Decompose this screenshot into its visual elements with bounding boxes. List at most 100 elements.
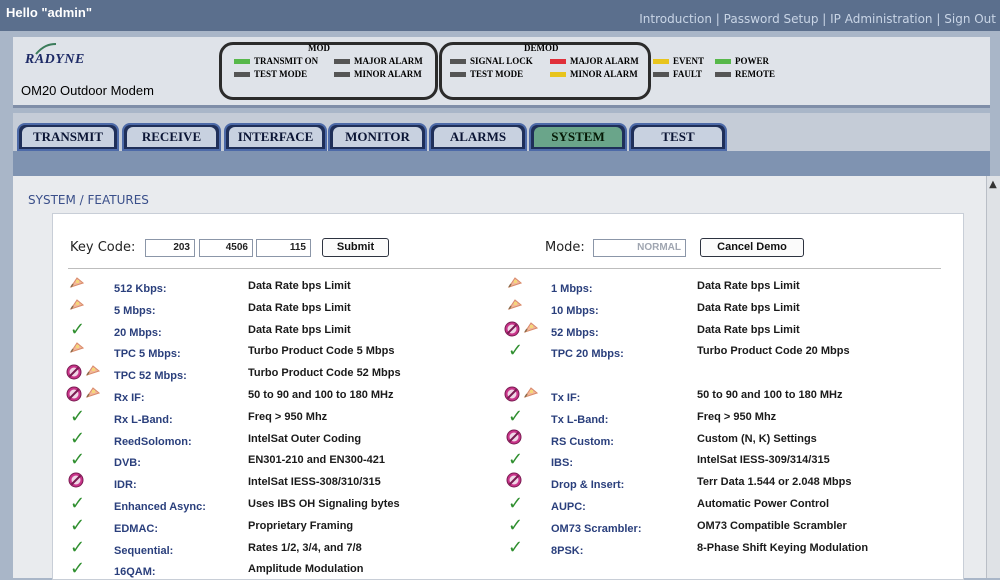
feature-name: 8PSK: xyxy=(551,544,584,557)
feature-name: EDMAC: xyxy=(114,522,158,535)
feature-name: 512 Kbps: xyxy=(114,283,167,295)
feature-name: TPC 52 Mbps: xyxy=(114,370,187,383)
tab-alarms[interactable]: ALARMS xyxy=(429,123,527,151)
check-icon: ✓ xyxy=(508,405,524,427)
tab-receive[interactable]: RECEIVE xyxy=(122,123,221,151)
modem-model: OM20 Outdoor Modem xyxy=(21,83,154,98)
feature-name: 5 Mbps: xyxy=(114,304,156,317)
led-indicator xyxy=(334,72,350,78)
feature-name: Rx L-Band: xyxy=(114,413,173,426)
feature-name: 16QAM: xyxy=(114,566,156,579)
led-indicator xyxy=(550,59,566,65)
feature-description: Data Rate bps Limit xyxy=(697,280,800,292)
check-icon: ✓ xyxy=(70,493,86,514)
nav-separator: | xyxy=(715,12,720,26)
led-transmit-on: TRANSMIT ON xyxy=(234,56,318,66)
check-icon: ✓ xyxy=(508,514,524,536)
nav-password-setup[interactable]: Password Setup xyxy=(724,12,819,26)
demo-flag-icon xyxy=(85,365,100,377)
feature-description: Custom (N, K) Settings xyxy=(697,432,817,445)
top-bar: Hello "admin" Introduction | Password Se… xyxy=(0,0,1000,31)
keycode-field-2[interactable]: 4506 xyxy=(199,239,253,257)
nav-ip-administration[interactable]: IP Administration xyxy=(830,12,932,26)
led-demod-major-alarm: MAJOR ALARM xyxy=(550,56,639,66)
demo-flag-icon xyxy=(523,321,538,333)
tab-interface[interactable]: INTERFACE xyxy=(224,123,327,151)
feature-description: IntelSat Outer Coding xyxy=(248,432,362,445)
feature-name: IBS: xyxy=(551,457,573,470)
logo: RADYNE xyxy=(25,52,85,67)
top-nav: Introduction | Password Setup | IP Admin… xyxy=(639,12,996,26)
feature-description: Amplitude Modulation xyxy=(248,563,364,576)
check-icon: ✓ xyxy=(70,536,86,558)
tab-monitor[interactable]: MONITOR xyxy=(328,123,427,151)
scroll-up-icon[interactable]: ▲ xyxy=(987,179,999,191)
led-event: EVENT xyxy=(653,56,704,66)
feature-name: 1 Mbps: xyxy=(551,283,593,295)
mod-title: MOD xyxy=(308,43,330,53)
submit-button[interactable]: Submit xyxy=(322,238,389,257)
feature-name: AUPC: xyxy=(551,501,586,513)
breadcrumb: SYSTEM / FEATURES xyxy=(28,193,149,207)
led-indicator xyxy=(715,72,731,78)
check-icon: ✓ xyxy=(70,405,86,427)
feature-name: IDR: xyxy=(114,479,137,492)
led-indicator xyxy=(234,59,250,65)
tab-test[interactable]: TEST xyxy=(629,123,727,151)
feature-description: Rates 1/2, 3/4, and 7/8 xyxy=(248,541,362,554)
led-mod-major-alarm: MAJOR ALARM xyxy=(334,56,423,66)
check-icon: ✓ xyxy=(70,449,86,471)
feature-description: Turbo Product Code 20 Mbps xyxy=(697,345,850,358)
scrollbar[interactable]: ▲ xyxy=(986,176,1000,578)
tab-transmit[interactable]: TRANSMIT xyxy=(17,123,119,151)
feature-description: Uses IBS OH Signaling bytes xyxy=(248,498,400,510)
led-signal-lock: SIGNAL LOCK xyxy=(450,56,533,66)
demo-flag-icon xyxy=(69,277,84,288)
led-indicator xyxy=(234,72,250,78)
feature-name: 52 Mbps: xyxy=(551,326,599,339)
feature-name: 20 Mbps: xyxy=(114,326,162,339)
led-power: POWER xyxy=(715,56,769,66)
keycode-label: Key Code: xyxy=(70,240,136,255)
feature-description: 50 to 90 and 100 to 180 MHz xyxy=(248,389,394,401)
check-icon: ✓ xyxy=(508,536,524,558)
mode-field: NORMAL xyxy=(593,239,686,257)
feature-description: Freq > 950 Mhz xyxy=(248,410,328,423)
disabled-icon xyxy=(504,386,520,402)
led-remote: REMOTE xyxy=(715,69,775,79)
feature-description: 50 to 90 and 100 to 180 MHz xyxy=(697,389,843,401)
nav-introduction[interactable]: Introduction xyxy=(639,12,712,26)
feature-description: Freq > 950 Mhz xyxy=(697,410,777,423)
demo-flag-icon xyxy=(85,387,100,398)
led-indicator xyxy=(450,59,466,65)
tab-system[interactable]: SYSTEM xyxy=(529,123,627,151)
check-icon: ✓ xyxy=(508,449,524,471)
led-mod-test-mode: TEST MODE xyxy=(234,69,307,79)
feature-name: RS Custom: xyxy=(551,435,614,448)
feature-name: Tx IF: xyxy=(551,392,581,404)
check-icon: ✓ xyxy=(508,340,524,362)
feature-description: Proprietary Framing xyxy=(248,519,354,532)
led-demod-test-mode: TEST MODE xyxy=(450,69,523,79)
feature-description: Data Rate bps Limit xyxy=(248,280,351,292)
header-strip xyxy=(13,151,990,176)
feature-description: Terr Data 1.544 or 2.048 Mbps xyxy=(697,476,852,489)
disabled-icon xyxy=(66,386,82,402)
keycode-field-3[interactable]: 115 xyxy=(256,239,311,257)
demo-flag-icon xyxy=(507,277,522,288)
feature-name: OM73 Scrambler: xyxy=(551,522,642,535)
feature-name: Drop & Insert: xyxy=(551,479,625,492)
feature-name: Rx IF: xyxy=(114,392,145,404)
greeting: Hello "admin" xyxy=(6,5,93,20)
feature-description: IntelSat IESS-308/310/315 xyxy=(248,476,381,489)
led-indicator xyxy=(715,59,731,65)
nav-separator: | xyxy=(822,12,827,26)
keycode-field-1[interactable]: 203 xyxy=(145,239,195,257)
demod-title: DEMOD xyxy=(524,43,559,53)
led-demod-minor-alarm: MINOR ALARM xyxy=(550,69,638,79)
feature-description: Data Rate bps Limit xyxy=(697,323,800,336)
cancel-demo-button[interactable]: Cancel Demo xyxy=(700,238,804,257)
feature-name: Sequential: xyxy=(114,544,174,557)
nav-sign-out[interactable]: Sign Out xyxy=(944,12,996,26)
tab-bar: TRANSMIT RECEIVE INTERFACE MONITOR ALARM… xyxy=(13,113,990,153)
